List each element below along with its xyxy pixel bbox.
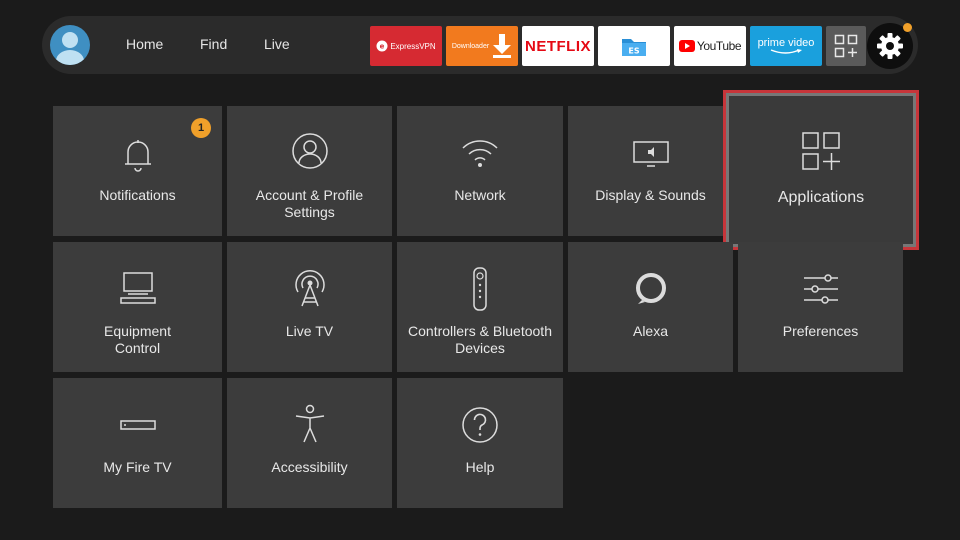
tile-equipment-control[interactable]: Equipment Control	[53, 242, 222, 372]
account-profile-icon	[291, 133, 328, 169]
bell-icon	[124, 140, 151, 172]
tile-accessibility-label: Accessibility	[271, 459, 348, 475]
alexa-ring-icon	[635, 273, 666, 304]
add-apps-grid-icon	[834, 34, 858, 58]
netflix-label: NETFLIX	[525, 37, 591, 55]
app-netflix[interactable]: NETFLIX	[522, 26, 594, 66]
tile-controllers-label-line1: Controllers & Bluetooth	[408, 323, 552, 339]
nav-find[interactable]: Find	[200, 36, 227, 52]
app-expressvpn[interactable]: e ExpressVPN	[370, 26, 442, 66]
tile-live-tv[interactable]: Live TV	[227, 242, 392, 372]
downloader-label: Downloader	[451, 42, 490, 50]
app-prime-video[interactable]: prime video	[750, 26, 822, 66]
tile-alexa[interactable]: Alexa	[568, 242, 733, 372]
tile-accessibility[interactable]: Accessibility	[227, 378, 392, 508]
es-logo-text: ES	[628, 47, 639, 56]
app-downloader[interactable]: Downloader	[446, 26, 518, 66]
prime-smile-icon	[770, 49, 802, 54]
expressvpn-logo-icon: e	[376, 40, 388, 52]
download-arrow-icon	[493, 34, 512, 58]
tile-live-tv-label: Live TV	[285, 323, 334, 339]
tile-my-fire-tv[interactable]: My Fire TV	[53, 378, 222, 508]
expressvpn-label: ExpressVPN	[390, 41, 436, 51]
tile-account-profile[interactable]: Account & Profile Settings	[227, 106, 392, 236]
user-avatar-icon	[56, 32, 84, 65]
tile-alexa-label: Alexa	[632, 323, 669, 339]
tile-account-label-line1: Account & Profile	[255, 187, 364, 203]
help-question-icon	[462, 407, 498, 443]
tile-equipment-label-line2: Control	[114, 340, 161, 356]
tile-notifications-label: Notifications	[99, 187, 176, 203]
applications-grid-icon	[802, 132, 840, 170]
tile-equipment-label-line1: Equipment	[104, 323, 171, 339]
profile-avatar[interactable]	[50, 25, 90, 65]
tile-account-label-line2: Settings	[284, 204, 335, 220]
prime-video-label: prime video	[757, 37, 815, 49]
nav-home[interactable]: Home	[126, 36, 163, 52]
youtube-label: YouTube	[696, 39, 742, 53]
tile-my-fire-tv-label: My Fire TV	[103, 459, 172, 475]
tile-help-label: Help	[465, 459, 495, 475]
tile-controllers-bluetooth[interactable]: Controllers & Bluetooth Devices	[397, 242, 563, 372]
tile-preferences-label: Preferences	[782, 323, 859, 339]
accessibility-person-icon	[295, 404, 324, 443]
tile-notifications[interactable]: 1 Notifications	[53, 106, 222, 236]
tile-controllers-label-line2: Devices	[455, 340, 505, 356]
nav-live[interactable]: Live	[264, 36, 290, 52]
tile-network[interactable]: Network	[397, 106, 563, 236]
fire-tv-device-icon	[119, 420, 156, 430]
all-apps-button[interactable]	[826, 26, 866, 66]
display-sounds-icon	[632, 141, 669, 167]
wifi-icon	[462, 140, 498, 167]
antenna-broadcast-icon	[294, 270, 325, 307]
remote-control-icon	[473, 267, 487, 311]
gear-icon	[877, 33, 903, 59]
svg-text:e: e	[380, 43, 385, 51]
tile-network-label: Network	[454, 187, 506, 203]
youtube-play-icon	[678, 40, 695, 52]
tile-applications[interactable]: Applications	[726, 93, 916, 247]
tile-preferences[interactable]: Preferences	[738, 242, 903, 372]
tile-applications-label: Applications	[777, 189, 865, 206]
notifications-badge: 1	[191, 118, 211, 138]
app-es-file-explorer[interactable]: ES	[598, 26, 670, 66]
tile-display-sounds-label: Display & Sounds	[595, 187, 706, 203]
equipment-control-icon	[119, 272, 156, 304]
sliders-icon	[803, 274, 838, 304]
es-folder-icon: ES	[622, 39, 646, 56]
tile-display-sounds[interactable]: Display & Sounds	[568, 106, 733, 236]
settings-notification-dot	[903, 23, 912, 32]
tile-help[interactable]: Help	[397, 378, 563, 508]
app-youtube[interactable]: YouTube	[674, 26, 746, 66]
